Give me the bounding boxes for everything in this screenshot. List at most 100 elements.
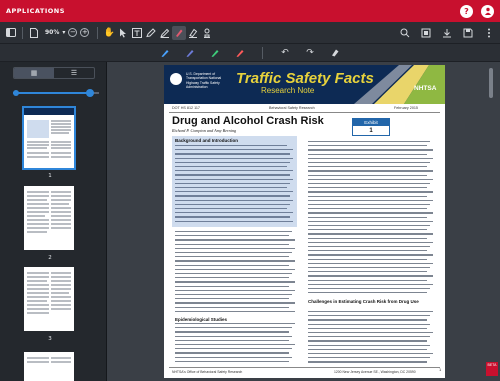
- text-line: [308, 250, 427, 252]
- text-line: [175, 260, 295, 262]
- text-line: [308, 183, 430, 185]
- pen-icon[interactable]: [158, 26, 172, 40]
- redo-icon[interactable]: ↷: [303, 46, 317, 60]
- text-line: [175, 170, 293, 172]
- help-button[interactable]: ?: [460, 4, 473, 18]
- text-line: [175, 335, 292, 337]
- highlight-icon[interactable]: [172, 25, 187, 40]
- text-line: [308, 199, 433, 202]
- doc-number: DOT HS 812 117: [172, 106, 200, 110]
- app-title[interactable]: APPLICATIONS: [6, 7, 65, 15]
- text-line: [308, 191, 433, 193]
- text-line: [308, 319, 427, 321]
- save-icon[interactable]: [461, 26, 475, 40]
- zoom-value[interactable]: 90%: [45, 29, 59, 36]
- zoom-in-button[interactable]: +: [80, 28, 90, 37]
- text-line: [175, 348, 292, 350]
- text-icon[interactable]: [130, 26, 144, 40]
- text-line: [308, 212, 433, 214]
- agency-name: U.S. Department of Transportation Nation…: [186, 72, 222, 90]
- grid-icon[interactable]: ▦: [14, 68, 54, 78]
- section-heading: Background and Introduction: [175, 138, 238, 143]
- text-line: [308, 153, 427, 155]
- zoom-out-button[interactable]: −: [68, 28, 78, 37]
- divider: [169, 112, 440, 113]
- page-thumbnail-1[interactable]: [22, 106, 76, 170]
- text-line: [308, 178, 433, 181]
- pen-blue-icon[interactable]: [158, 46, 172, 60]
- eraser-icon[interactable]: [186, 26, 200, 40]
- page-thumbnail-2[interactable]: [24, 186, 74, 250]
- page-thumbnail-3[interactable]: [24, 267, 74, 331]
- page-thumbnail-4[interactable]: [24, 352, 74, 381]
- view-toggle: ▦ ☰: [13, 67, 95, 79]
- hand-icon[interactable]: ✋: [102, 26, 116, 40]
- text-line: [308, 336, 430, 338]
- text-line: [175, 220, 293, 222]
- eraser-icon[interactable]: [328, 46, 342, 60]
- person-icon: [484, 7, 491, 15]
- text-line: [175, 302, 295, 304]
- corner-badge: BETA: [486, 362, 498, 376]
- text-line: [308, 241, 433, 244]
- text-line: [175, 216, 290, 218]
- pen-dark-icon[interactable]: [183, 46, 197, 60]
- user-button[interactable]: [481, 4, 494, 18]
- divider: [22, 26, 23, 39]
- text-line: [308, 267, 430, 269]
- text-line: [308, 166, 427, 168]
- doc-category: Behavioral Safety Research: [269, 106, 315, 110]
- divider: [262, 46, 263, 59]
- comment-icon[interactable]: [144, 26, 158, 40]
- download-icon[interactable]: [440, 26, 454, 40]
- text-line: [175, 281, 295, 283]
- text-line: [175, 360, 289, 363]
- search-icon[interactable]: [398, 26, 412, 40]
- annotation-toolbar: ↶ ↷: [0, 44, 500, 62]
- more-icon[interactable]: [482, 26, 496, 40]
- text-line: [175, 268, 295, 271]
- text-line: [175, 352, 289, 354]
- document-page[interactable]: U.S. Department of Transportation Nation…: [164, 65, 445, 378]
- chevron-down-icon[interactable]: ▾: [62, 29, 65, 36]
- text-line: [175, 195, 290, 197]
- exhibit-label: Exhibit: [353, 119, 389, 126]
- undo-icon[interactable]: ↶: [278, 46, 292, 60]
- text-line: [308, 204, 430, 206]
- text-line: [308, 275, 433, 277]
- scrollbar-thumb[interactable]: [489, 68, 493, 98]
- scrollbar[interactable]: [489, 66, 493, 306]
- text-line: [175, 356, 292, 358]
- thumbnail-size-slider[interactable]: [13, 89, 99, 97]
- text-line: [175, 187, 287, 189]
- text-line: [308, 246, 430, 248]
- text-line: [175, 161, 290, 164]
- select-icon[interactable]: [116, 26, 130, 40]
- sidebar-toggle-icon[interactable]: [4, 26, 18, 40]
- text-line: [308, 170, 433, 172]
- pen-green-icon[interactable]: [208, 46, 222, 60]
- brand-subtitle: Research Note: [261, 86, 315, 95]
- thumbnail-label: 1: [48, 173, 52, 179]
- text-line: [175, 264, 289, 266]
- text-line: [175, 239, 295, 241]
- text-line: [308, 233, 433, 235]
- text-line: [308, 292, 427, 294]
- text-line: [308, 141, 430, 143]
- text-line: [175, 256, 289, 258]
- text-line: [308, 187, 427, 189]
- pen-red-icon[interactable]: [233, 46, 247, 60]
- text-line: [308, 225, 430, 227]
- text-line: [175, 178, 293, 180]
- file-icon[interactable]: [27, 26, 41, 40]
- slider-fill: [13, 92, 91, 94]
- slider-handle[interactable]: [86, 89, 95, 97]
- document-viewer[interactable]: U.S. Department of Transportation Nation…: [107, 62, 500, 381]
- text-line: [175, 252, 292, 254]
- stamp-icon[interactable]: [200, 26, 214, 40]
- fullscreen-icon[interactable]: [419, 26, 433, 40]
- text-line: [175, 212, 293, 214]
- list-icon[interactable]: ☰: [54, 68, 94, 78]
- text-line: [175, 306, 289, 308]
- text-line: [308, 254, 433, 256]
